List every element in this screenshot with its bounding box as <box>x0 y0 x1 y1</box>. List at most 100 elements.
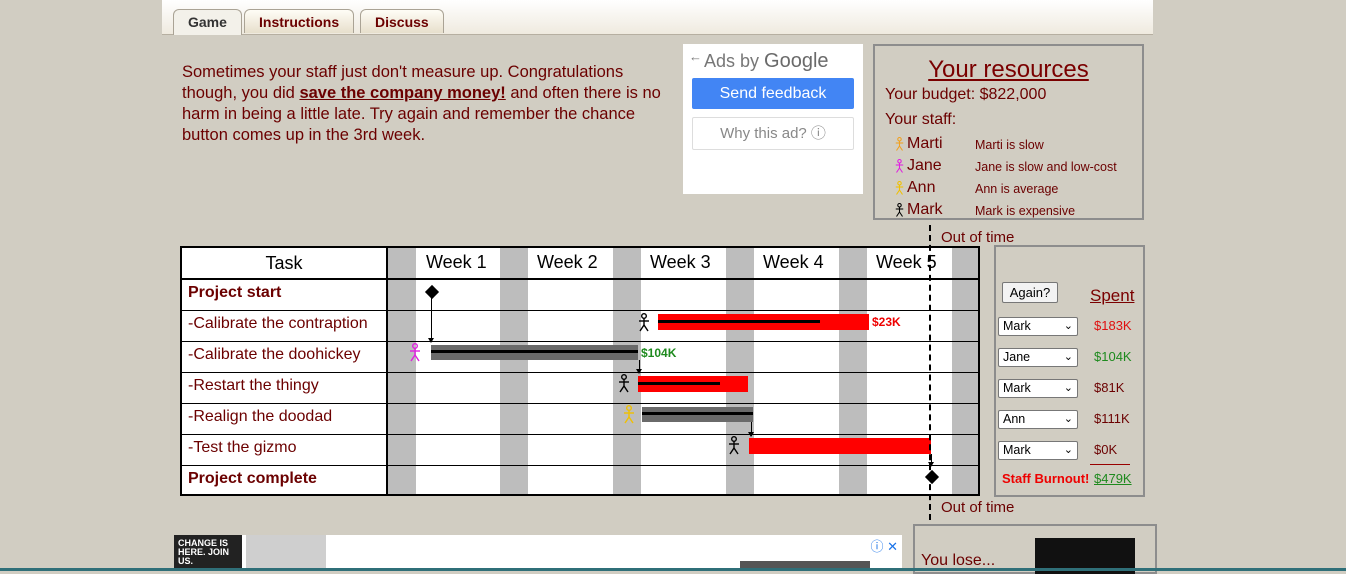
result-message: Sometimes your staff just don't measure … <box>182 62 672 146</box>
ann-worker-icon[interactable] <box>623 405 635 430</box>
person-icon <box>895 137 904 157</box>
staff-name: Mark <box>907 201 943 218</box>
staff-select[interactable]: Mark ⌄ <box>998 317 1078 336</box>
staff-burnout-text: Staff Burnout! <box>1002 471 1090 486</box>
deadline-line <box>929 225 931 520</box>
selected-staff: Mark <box>1003 443 1031 457</box>
project-start-marker <box>424 284 440 300</box>
task-label: -Calibrate the doohickey <box>188 346 361 363</box>
spent-value: $0K <box>1094 442 1118 457</box>
ad-image <box>246 535 326 571</box>
tab-bar: Game Instructions Discuss <box>162 0 1153 35</box>
week-header: Week 3 <box>650 252 711 272</box>
week-header: Week 5 <box>876 252 937 272</box>
week-separator <box>388 248 416 494</box>
task-column: Task Project start -Calibrate the contrap… <box>182 248 388 494</box>
staff-name: Jane <box>907 157 942 174</box>
task-bar-contraption[interactable] <box>658 314 869 330</box>
task-label: -Realign the doodad <box>188 408 333 425</box>
total-divider <box>1090 464 1130 465</box>
resources-title: Your resources <box>928 56 1089 83</box>
person-icon <box>895 159 904 179</box>
task-bar-thingy[interactable] <box>638 376 748 392</box>
dependency-arrow <box>636 369 642 374</box>
save-money-link[interactable]: save the company money! <box>299 84 505 102</box>
assignment-panel: Again? Spent Mark ⌄ $183K Jane ⌄ $104K Mark ⌄ $8… <box>994 245 1145 497</box>
staff-row-ann: Ann Ann is average <box>895 179 1135 201</box>
row-divider <box>182 465 978 466</box>
send-feedback-button[interactable]: Send feedback <box>692 78 854 109</box>
selected-staff: Mark <box>1003 319 1031 333</box>
task-bar-doohickey[interactable] <box>431 345 638 360</box>
spent-label: Spent <box>1090 286 1135 305</box>
staff-desc: Marti is slow <box>975 138 1044 152</box>
jane-worker-icon[interactable] <box>409 343 421 368</box>
spent-value: $81K <box>1094 380 1125 395</box>
tab-discuss[interactable]: Discuss <box>360 9 444 33</box>
why-this-ad-button[interactable]: Why this ad? ⓘ <box>692 117 854 150</box>
spent-value: $183K <box>1094 318 1132 333</box>
row-divider <box>182 434 978 435</box>
staff-select[interactable]: Mark ⌄ <box>998 379 1078 398</box>
task-bar-gizmo[interactable] <box>749 438 931 454</box>
again-button[interactable]: Again? <box>1002 282 1058 303</box>
ad-panel: ← Ads by Google Send feedback Why this ad… <box>683 44 863 194</box>
out-of-time-bottom: Out of time <box>941 499 1015 516</box>
task-label: -Test the gizmo <box>188 439 297 456</box>
ads-by-label: Ads by <box>704 51 760 71</box>
chevron-down-icon: ⌄ <box>1063 413 1073 425</box>
task-bar-doodad[interactable] <box>642 407 753 422</box>
row-divider <box>182 372 978 373</box>
chevron-down-icon: ⌄ <box>1063 351 1073 363</box>
project-complete-marker <box>924 469 940 485</box>
row-divider <box>182 310 978 311</box>
chevron-down-icon: ⌄ <box>1063 320 1073 332</box>
staff-select[interactable]: Ann ⌄ <box>998 410 1078 429</box>
task-header: Task <box>265 253 303 273</box>
dependency-line <box>431 298 432 342</box>
resources-panel: Your resources Your budget: $822,000 You… <box>873 44 1144 220</box>
row-divider <box>182 278 978 280</box>
cost-label-doohickey: $104K <box>641 346 677 360</box>
bottom-ad[interactable]: CHANGE IS HERE. JOIN US. ⓘ ✕ <box>174 535 902 571</box>
spent-value: $104K <box>1094 349 1132 364</box>
week-separator <box>839 248 867 494</box>
chevron-down-icon: ⌄ <box>1063 382 1073 394</box>
google-logo: Google <box>764 50 829 72</box>
staff-name: Ann <box>907 179 936 196</box>
selected-staff: Mark <box>1003 381 1031 395</box>
ads-by-google[interactable]: ← Ads by Google <box>689 49 829 73</box>
task-label: Project start <box>188 284 282 301</box>
row-divider <box>182 341 978 342</box>
mark-worker-icon[interactable] <box>728 436 740 461</box>
selected-staff: Jane <box>1003 350 1031 364</box>
staff-select[interactable]: Mark ⌄ <box>998 441 1078 460</box>
lose-panel: You lose... <box>913 524 1157 574</box>
out-of-time-top: Out of time <box>941 229 1015 246</box>
person-icon <box>895 203 904 223</box>
mark-worker-icon[interactable] <box>638 313 650 338</box>
staff-row-marti: Marti Marti is slow <box>895 135 1135 157</box>
budget-text: Your budget: $822,000 <box>885 86 1047 103</box>
staff-select[interactable]: Jane ⌄ <box>998 348 1078 367</box>
person-icon <box>895 181 904 201</box>
task-label: Project complete <box>188 470 317 487</box>
tab-instructions[interactable]: Instructions <box>244 9 355 33</box>
week-header: Week 4 <box>763 252 824 272</box>
staff-desc: Mark is expensive <box>975 204 1076 218</box>
week-separator <box>500 248 528 494</box>
week-header: Week 2 <box>537 252 598 272</box>
task-label: -Calibrate the contraption <box>188 315 368 332</box>
row-divider <box>182 403 978 404</box>
selected-staff: Ann <box>1003 412 1026 426</box>
dependency-arrow <box>428 338 434 343</box>
staff-row-jane: Jane Jane is slow and low-cost <box>895 157 1135 179</box>
back-arrow-icon[interactable]: ← <box>689 49 702 64</box>
week-header: Week 1 <box>426 252 487 272</box>
tab-game[interactable]: Game <box>173 9 242 35</box>
staff-name: Marti <box>907 135 943 152</box>
mark-worker-icon[interactable] <box>618 374 630 399</box>
dependency-arrow <box>748 432 754 437</box>
staff-row-mark: Mark Mark is expensive <box>895 201 1135 223</box>
ad-close-icon[interactable]: ⓘ ✕ <box>870 536 898 555</box>
